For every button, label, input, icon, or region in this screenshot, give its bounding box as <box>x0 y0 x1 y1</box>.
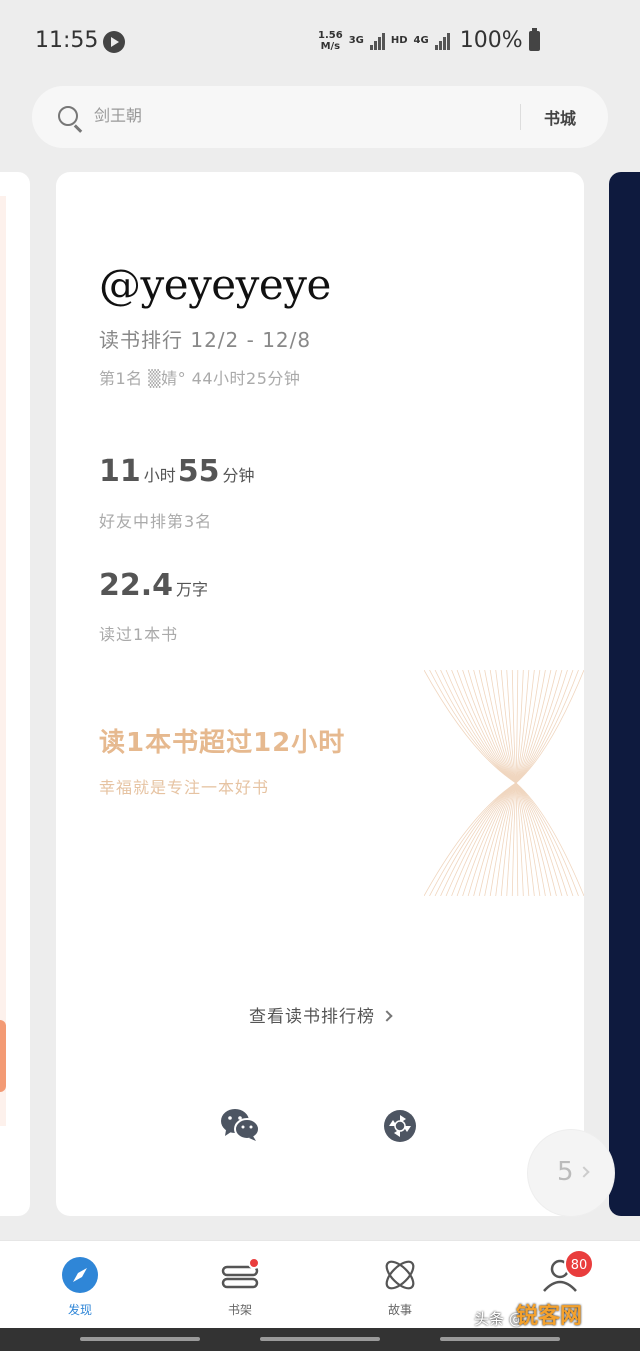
network-4g-label: 4G <box>413 35 429 46</box>
nav-label: 发现 <box>67 1303 92 1317</box>
hd-label: HD <box>390 35 408 46</box>
reading-report-card: @yeyeyeye 读书排行 12/2 - 12/8 第1名 ▒婧° 44小时2… <box>56 172 584 1216</box>
nav-bookshelf[interactable]: 书架 <box>190 1255 290 1318</box>
atom-icon <box>380 1255 420 1295</box>
minutes-value: 55 <box>177 454 220 489</box>
user-handle: @yeyeyeye <box>99 260 331 309</box>
network-speed: 1.56 M/s <box>318 29 343 52</box>
page-number: 5 <box>557 1157 574 1187</box>
hours-value: 11 <box>99 454 141 489</box>
signal-icon <box>369 32 385 50</box>
search-input[interactable] <box>94 106 394 125</box>
minutes-unit: 分钟 <box>222 466 255 485</box>
system-home-handle[interactable] <box>260 1337 380 1341</box>
search-icon <box>58 106 78 126</box>
words-stat: 22.4 万字 <box>99 568 208 603</box>
chevron-right-icon <box>381 1010 393 1022</box>
reading-time-stat: 11 小时55 分钟 <box>99 454 257 489</box>
highlight-subtitle: 幸福就是专注一本好书 <box>99 778 270 797</box>
rank-title: 读书排行 12/2 - 12/8 <box>99 328 312 352</box>
signal-icon <box>434 32 450 50</box>
words-unit: 万字 <box>176 580 209 599</box>
notification-dot <box>248 1257 260 1269</box>
words-value: 22.4 <box>99 568 174 603</box>
time-rank: 好友中排第3名 <box>99 512 213 531</box>
network-3g-label: 3G <box>348 35 364 46</box>
rank-first-place: 第1名 ▒婧° 44小时25分钟 <box>99 369 301 388</box>
books-read: 读过1本书 <box>99 625 179 644</box>
app-notification-icon <box>103 31 125 53</box>
profile-icon: 80 <box>540 1249 594 1295</box>
chevron-right-icon <box>578 1166 590 1178</box>
nav-label: 书架 <box>227 1303 252 1317</box>
search-divider <box>520 104 521 130</box>
nav-label: 故事 <box>387 1303 412 1317</box>
next-card[interactable] <box>609 172 640 1216</box>
bookshelf-icon <box>220 1255 260 1295</box>
status-bar: 11:55 1.56 M/s 3G HD 4G 100% <box>0 0 640 80</box>
watermark-logo: 锐客网 <box>516 1304 583 1329</box>
bookstore-button[interactable]: 书城 <box>544 105 576 129</box>
previous-card[interactable] <box>0 172 30 1216</box>
page-indicator[interactable]: 5 <box>528 1130 614 1216</box>
leaderboard-label: 查看读书排行榜 <box>249 1007 375 1027</box>
nav-discover[interactable]: 发现 <box>30 1255 130 1318</box>
hours-unit: 小时 <box>143 466 176 485</box>
decorative-hourglass-lines <box>424 670 584 896</box>
wechat-icon[interactable] <box>220 1107 260 1143</box>
nav-profile[interactable]: 80 <box>510 1249 610 1301</box>
moments-icon[interactable] <box>383 1109 417 1143</box>
battery-percent: 100% <box>459 28 523 53</box>
notification-count-badge: 80 <box>564 1249 594 1279</box>
battery-icon <box>528 27 540 51</box>
view-leaderboard-link[interactable]: 查看读书排行榜 <box>56 1002 584 1027</box>
status-time: 11:55 <box>35 28 99 53</box>
system-recents-handle[interactable] <box>440 1337 560 1341</box>
system-nav-bar <box>0 1328 640 1351</box>
system-back-handle[interactable] <box>80 1337 200 1341</box>
compass-icon <box>60 1255 100 1295</box>
highlight-title: 读1本书超过12小时 <box>99 728 346 758</box>
search-bar[interactable]: 书城 <box>32 86 608 148</box>
status-indicators: 1.56 M/s 3G HD 4G 100% <box>318 27 540 53</box>
nav-stories[interactable]: 故事 <box>350 1255 450 1318</box>
